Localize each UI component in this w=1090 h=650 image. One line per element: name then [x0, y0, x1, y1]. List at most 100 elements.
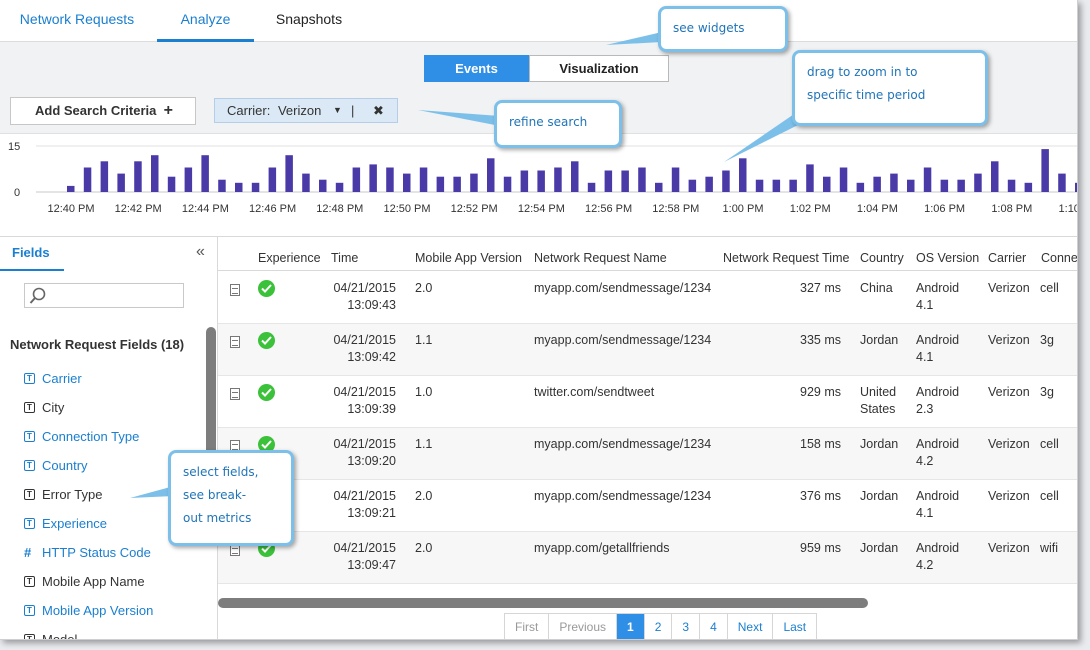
page-4[interactable]: 4 [700, 614, 728, 639]
histogram-bar[interactable] [218, 179, 226, 192]
chevron-down-icon[interactable]: ▼ [333, 99, 342, 122]
histogram-bar[interactable] [705, 176, 713, 192]
histogram-bar[interactable] [503, 176, 512, 192]
histogram-bar[interactable] [571, 161, 579, 192]
histogram-bar[interactable] [839, 167, 848, 193]
histogram-bar[interactable] [940, 179, 949, 192]
histogram-bar[interactable] [285, 155, 293, 192]
histogram-bar[interactable] [117, 173, 125, 192]
table-row[interactable]: 04/21/2015 13:09:20 1.1 myapp.com/sendmessa… [218, 428, 1077, 480]
histogram-bar[interactable] [923, 167, 932, 193]
histogram-bar[interactable] [151, 155, 159, 192]
histogram-bar[interactable] [184, 167, 193, 193]
histogram-bar[interactable] [302, 173, 310, 192]
histogram-bar[interactable] [873, 176, 881, 192]
visualization-toggle[interactable]: Visualization [529, 55, 669, 82]
tab-network-requests[interactable]: Network Requests [8, 0, 146, 42]
histogram-bar[interactable] [806, 164, 814, 192]
page-first[interactable]: First [505, 614, 550, 639]
histogram-bar[interactable] [436, 176, 445, 192]
event-histogram[interactable]: 15 0 12:40 PM 12:42 PM 12:44 PM 12:46 PM 12:… [0, 134, 1078, 236]
histogram-bar[interactable] [1075, 182, 1078, 192]
histogram-bar[interactable] [369, 164, 377, 192]
field-item[interactable]: T Model [0, 625, 205, 639]
table-row[interactable]: 04/21/2015 13:09:43 2.0 myapp.com/sendmessa… [218, 272, 1077, 324]
histogram-bar[interactable] [638, 167, 646, 193]
histogram-bar[interactable] [755, 179, 764, 192]
histogram-bar[interactable] [235, 182, 243, 192]
histogram-bar[interactable] [419, 167, 428, 193]
histogram-bar[interactable] [251, 182, 260, 192]
page-3[interactable]: 3 [672, 614, 701, 639]
add-search-criteria-button[interactable]: Add Search Criteria + [10, 97, 196, 125]
table-row[interactable]: 04/21/2015 13:09:21 2.0 myapp.com/sendmessa… [218, 480, 1077, 532]
col-request-time[interactable]: Network Request Time [723, 237, 849, 271]
histogram-bar[interactable] [823, 176, 831, 192]
col-country[interactable]: Country [860, 237, 904, 271]
document-icon[interactable] [230, 336, 240, 348]
col-experience[interactable]: Experience [258, 237, 321, 271]
histogram-bar[interactable] [974, 173, 982, 192]
histogram-bar[interactable] [554, 167, 562, 193]
collapse-panel-icon[interactable]: « [196, 243, 205, 261]
close-icon[interactable]: ✖ [373, 99, 384, 122]
histogram-bar[interactable] [470, 173, 478, 192]
histogram-bar[interactable] [722, 170, 730, 193]
table-row[interactable]: 04/21/2015 13:09:42 1.1 myapp.com/sendmessa… [218, 324, 1077, 376]
histogram-bar[interactable] [352, 167, 361, 193]
page-1[interactable]: 1 [617, 614, 645, 639]
field-item[interactable]: T Mobile App Name [0, 567, 205, 596]
histogram-bar[interactable] [671, 167, 680, 193]
histogram-bar[interactable] [100, 161, 109, 192]
histogram-bar[interactable] [83, 167, 92, 193]
carrier-filter-chip[interactable]: Carrier: Verizon ▼ | ✖ [214, 98, 398, 123]
events-toggle[interactable]: Events [424, 55, 529, 82]
field-item[interactable]: T Carrier [0, 364, 205, 393]
table-row[interactable]: 04/21/2015 13:09:47 2.0 myapp.com/getallfri… [218, 532, 1077, 584]
histogram-bar[interactable] [587, 182, 596, 192]
col-carrier[interactable]: Carrier [988, 237, 1026, 271]
page-next[interactable]: Next [728, 614, 774, 639]
document-icon[interactable] [230, 284, 240, 296]
histogram-bar[interactable] [890, 173, 898, 192]
col-os-version[interactable]: OS Version [916, 237, 979, 271]
histogram-bar[interactable] [134, 161, 142, 192]
document-icon[interactable] [230, 388, 240, 400]
field-item[interactable]: T Mobile App Version [0, 596, 205, 625]
histogram-bar[interactable] [1007, 179, 1016, 192]
col-time[interactable]: Time [331, 237, 358, 271]
histogram-bar[interactable] [688, 179, 697, 192]
col-app-version[interactable]: Mobile App Version [415, 237, 522, 271]
col-connection[interactable]: Conne [1041, 237, 1077, 271]
histogram-bar[interactable] [1024, 182, 1033, 192]
histogram-svg[interactable]: 15 0 12:40 PM 12:42 PM 12:44 PM 12:46 PM 12:… [0, 134, 1078, 236]
histogram-bar[interactable] [268, 167, 277, 193]
histogram-bar[interactable] [604, 170, 613, 193]
page-2[interactable]: 2 [645, 614, 673, 639]
histogram-bar[interactable] [856, 182, 865, 192]
table-horizontal-scrollbar[interactable] [218, 598, 868, 608]
histogram-bar[interactable] [403, 173, 411, 192]
histogram-bar[interactable] [487, 158, 495, 192]
histogram-bar[interactable] [453, 176, 461, 192]
field-item[interactable]: T Connection Type [0, 422, 205, 451]
histogram-bar[interactable] [167, 176, 176, 192]
histogram-bar[interactable] [991, 161, 999, 192]
tab-snapshots[interactable]: Snapshots [266, 0, 352, 42]
histogram-bar[interactable] [957, 179, 965, 192]
histogram-bar[interactable] [537, 170, 545, 193]
fields-tab[interactable]: Fields [0, 237, 64, 271]
histogram-bar[interactable] [335, 182, 344, 192]
histogram-bar[interactable] [739, 158, 747, 192]
histogram-bar[interactable] [201, 155, 209, 192]
tab-analyze[interactable]: Analyze [157, 0, 254, 42]
histogram-bar[interactable] [907, 179, 915, 192]
col-request-name[interactable]: Network Request Name [534, 237, 667, 271]
histogram-bar[interactable] [520, 170, 529, 193]
histogram-bar[interactable] [655, 182, 663, 192]
histogram-bar[interactable] [319, 179, 327, 192]
histogram-bar[interactable] [772, 179, 781, 192]
page-previous[interactable]: Previous [549, 614, 618, 639]
field-search-input[interactable] [24, 283, 184, 308]
histogram-bar[interactable] [789, 179, 797, 192]
